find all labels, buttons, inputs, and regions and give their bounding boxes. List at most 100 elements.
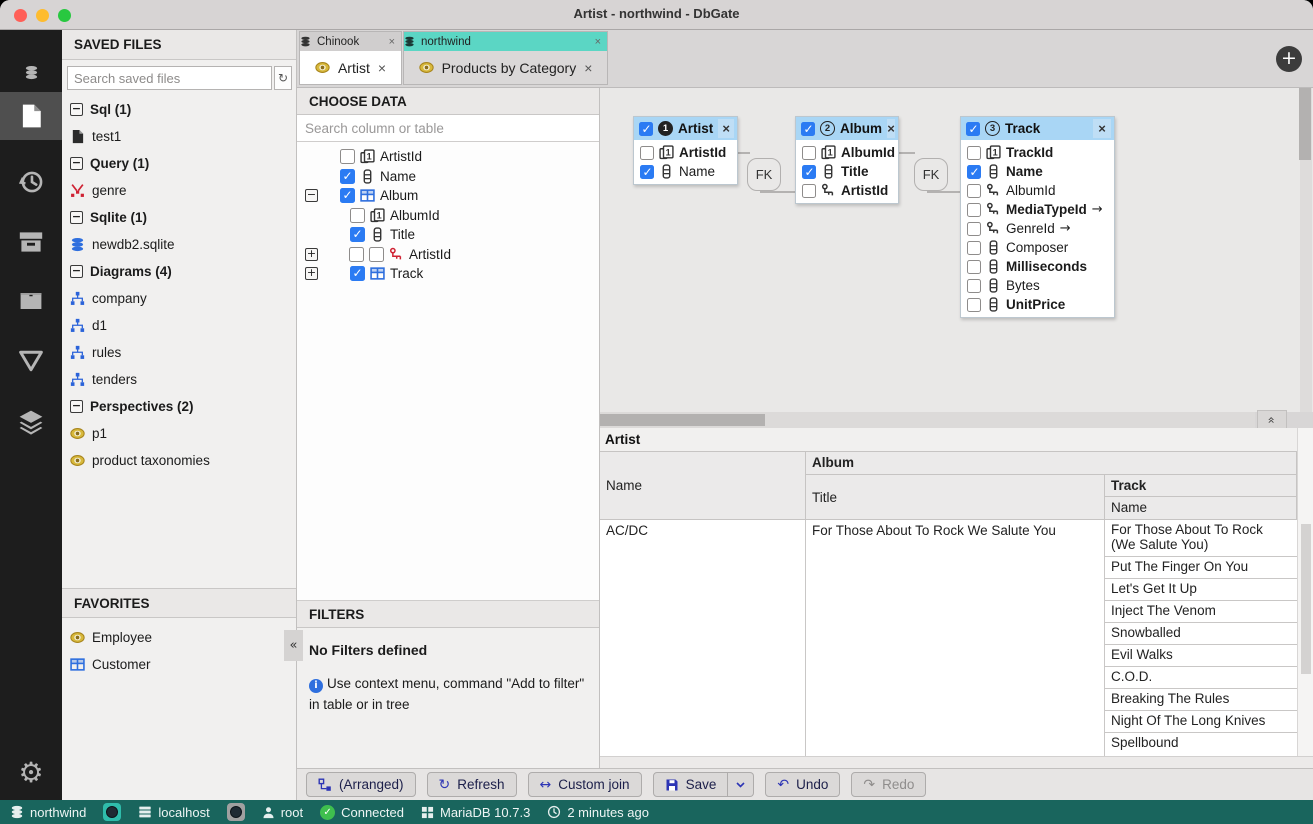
status-connection[interactable]: ✓ Connected	[320, 805, 404, 820]
saved-file-test1[interactable]: test1	[62, 123, 296, 150]
follow-reference-arrow[interactable]: →	[1092, 202, 1103, 217]
designer-column[interactable]: GenreId→	[961, 219, 1114, 238]
saved-file-company[interactable]: company	[62, 285, 296, 312]
tree-row-name[interactable]: Name	[297, 167, 599, 187]
designer-column[interactable]: MediaTypeId→	[961, 200, 1114, 219]
cell-artist-name[interactable]: AC/DC	[600, 520, 806, 756]
close-icon[interactable]: ×	[389, 36, 395, 48]
files-icon[interactable]	[0, 92, 62, 140]
tab-products-by-category[interactable]: Products by Category ×	[403, 51, 608, 85]
collapse-icon[interactable]: −	[70, 211, 83, 224]
tab-group-northwind[interactable]: northwind ×	[403, 31, 608, 51]
tree-row-title[interactable]: Title	[297, 225, 599, 245]
saved-file-genre[interactable]: genre	[62, 177, 296, 204]
designer-column[interactable]: Name	[961, 162, 1114, 181]
checkbox[interactable]	[967, 279, 981, 293]
follow-reference-arrow[interactable]: →	[1060, 221, 1071, 236]
checkbox[interactable]	[967, 222, 981, 236]
save-button[interactable]: Save	[653, 772, 729, 797]
cell-album-title[interactable]: For Those About To Rock We Salute You	[806, 520, 1105, 756]
scrollbar-thumb[interactable]	[600, 414, 765, 426]
fk-join-badge[interactable]: FK	[747, 158, 781, 191]
checkbox[interactable]	[350, 266, 365, 281]
column-header-artist-name[interactable]: Name	[600, 452, 806, 520]
arranged-button[interactable]: (Arranged)	[306, 772, 416, 797]
scrollbar-thumb[interactable]	[1301, 524, 1311, 674]
designer-column[interactable]: Milliseconds	[961, 257, 1114, 276]
saved-file-rules[interactable]: rules	[62, 339, 296, 366]
checkbox[interactable]	[350, 208, 365, 223]
column-header-album-title[interactable]: Title	[806, 475, 1105, 520]
checkbox[interactable]	[802, 146, 816, 160]
collapse-icon[interactable]: −	[70, 400, 83, 413]
designer-column[interactable]: ArtistId	[796, 181, 898, 200]
designer-table-artist-header[interactable]: 1 Artist ×	[634, 117, 737, 140]
checkbox[interactable]	[340, 188, 355, 203]
designer-column[interactable]: AlbumId	[961, 181, 1114, 200]
status-version[interactable]: MariaDB 10.7.3	[421, 805, 530, 820]
scroll-up-button[interactable]: «	[1258, 411, 1286, 428]
designer-column[interactable]: 1 AlbumId	[796, 143, 898, 162]
saved-files-group-diagrams[interactable]: −Diagrams (4)	[62, 258, 296, 285]
choose-data-search-input[interactable]	[297, 115, 599, 142]
cell-track-name[interactable]: For Those About To Rock (We Salute You)	[1105, 520, 1297, 557]
cell-track-name[interactable]: Put The Finger On You	[1105, 557, 1297, 579]
cell-track-name[interactable]: Inject The Venom	[1105, 601, 1297, 623]
status-database[interactable]: northwind	[10, 805, 86, 820]
diagram-horizontal-scrollbar[interactable]	[600, 412, 1255, 428]
close-icon[interactable]: ×	[584, 60, 592, 76]
status-last-refresh[interactable]: 2 minutes ago	[547, 805, 649, 820]
saved-file-newdb2[interactable]: newdb2.sqlite	[62, 231, 296, 258]
close-icon[interactable]: ×	[1093, 119, 1111, 138]
saved-file-p1[interactable]: p1	[62, 420, 296, 447]
designer-column[interactable]: UnitPrice	[961, 295, 1114, 314]
tree-row-artistid-fk[interactable]: + ArtistId	[297, 245, 599, 265]
tree-row-album[interactable]: − Album	[297, 186, 599, 206]
history-icon[interactable]	[0, 158, 62, 206]
column-header-track-name[interactable]: Name	[1105, 497, 1297, 520]
checkbox[interactable]	[802, 184, 816, 198]
column-group-track[interactable]: Track	[1105, 475, 1297, 497]
designer-column[interactable]: Composer	[961, 238, 1114, 257]
checkbox[interactable]	[369, 247, 384, 262]
saved-files-group-perspectives[interactable]: −Perspectives (2)	[62, 393, 296, 420]
expand-icon[interactable]: +	[305, 248, 318, 261]
close-icon[interactable]: ×	[595, 36, 601, 48]
checkbox[interactable]	[349, 247, 364, 262]
collapse-panel-button[interactable]: «	[284, 630, 303, 661]
designer-column[interactable]: Name	[634, 162, 737, 181]
close-icon[interactable]: ×	[718, 119, 734, 138]
collapse-icon[interactable]: −	[305, 189, 318, 202]
column-group-album[interactable]: Album	[806, 452, 1297, 475]
checkbox[interactable]	[966, 122, 980, 136]
designer-column[interactable]: Bytes	[961, 276, 1114, 295]
cell-track-name[interactable]: Let's Get It Up	[1105, 579, 1297, 601]
undo-button[interactable]: ↶Undo	[765, 772, 840, 797]
cell-track-name[interactable]: C.O.D.	[1105, 667, 1297, 689]
tab-artist[interactable]: Artist ×	[299, 51, 402, 85]
collapse-icon[interactable]: −	[70, 103, 83, 116]
checkbox[interactable]	[640, 165, 654, 179]
checkbox[interactable]	[967, 146, 981, 160]
tree-row-artistid[interactable]: 1 ArtistId	[297, 147, 599, 167]
checkbox[interactable]	[801, 122, 815, 136]
favorite-employee[interactable]: Employee	[62, 624, 296, 651]
checkbox[interactable]	[967, 184, 981, 198]
checkbox[interactable]	[350, 227, 365, 242]
server-engine-badge-icon[interactable]	[227, 803, 245, 821]
collapse-icon[interactable]: −	[70, 265, 83, 278]
status-server[interactable]: localhost	[138, 805, 209, 820]
close-icon[interactable]: ×	[378, 60, 386, 76]
checkbox[interactable]	[340, 169, 355, 184]
cell-track-name[interactable]: Snowballed	[1105, 623, 1297, 645]
scrollbar-thumb[interactable]	[1299, 88, 1311, 160]
filter-icon[interactable]	[0, 337, 62, 385]
favorite-customer[interactable]: Customer	[62, 651, 296, 678]
layers-icon[interactable]	[0, 398, 62, 446]
saved-files-group-sqlite[interactable]: −Sqlite (1)	[62, 204, 296, 231]
tab-group-chinook[interactable]: Chinook ×	[299, 31, 402, 51]
new-connection-plus-button[interactable]: +	[1276, 46, 1302, 72]
designer-column[interactable]: Title	[796, 162, 898, 181]
redo-button[interactable]: ↷Redo	[851, 772, 926, 797]
grid-vertical-scrollbar[interactable]	[1297, 428, 1313, 756]
